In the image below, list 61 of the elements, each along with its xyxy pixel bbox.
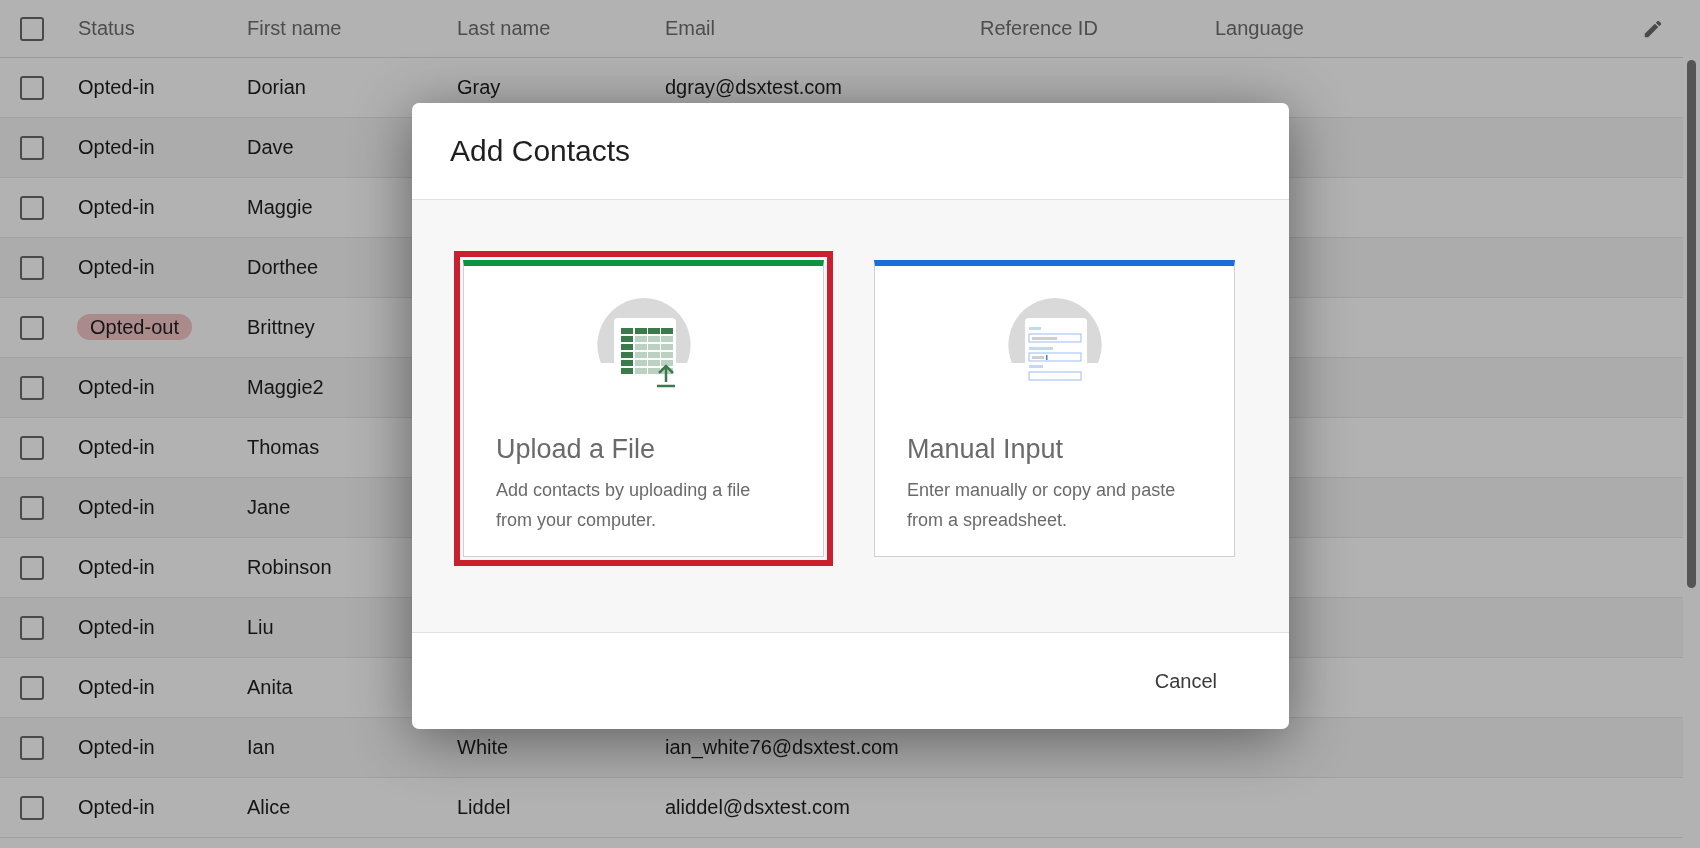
row-checkbox[interactable] (20, 135, 44, 160)
status-tag: Opted-out (77, 314, 192, 340)
table-cell: Ian (247, 736, 275, 758)
row-checkbox[interactable] (20, 315, 44, 340)
dialog-title: Add Contacts (450, 134, 631, 168)
status-text: Opted-in (78, 796, 155, 818)
table-cell: Robinson (247, 556, 332, 578)
row-checkbox[interactable] (20, 735, 44, 760)
row-checkbox[interactable] (20, 675, 44, 700)
status-text: Opted-in (78, 76, 155, 98)
select-all-checkbox[interactable] (20, 16, 44, 41)
column-header: Last name (457, 17, 551, 39)
table-cell: Jane (247, 496, 291, 518)
row-checkbox[interactable] (20, 795, 44, 820)
status-text: Opted-in (78, 436, 155, 458)
status-text: Opted-in (78, 616, 155, 638)
table-cell: Brittney (247, 316, 315, 338)
table-cell: Liddel (457, 796, 511, 818)
column-header: First name (247, 17, 342, 39)
option-description: Add contacts by uploading a file from your computer. (496, 479, 752, 532)
option-card[interactable]: Upload a File Add contacts by uploading a file from your computer. (454, 251, 833, 566)
row-checkbox[interactable] (20, 195, 44, 220)
column-header: Reference ID (980, 17, 1098, 39)
status-text: Opted-in (78, 376, 155, 398)
option-title: Upload a File (496, 434, 657, 465)
table-cell: Gray (457, 76, 501, 98)
column-header: Email (665, 17, 715, 39)
status-text: Opted-in (78, 136, 155, 158)
column-header: Status (78, 17, 135, 39)
row-checkbox[interactable] (20, 435, 44, 460)
table-cell: White (457, 736, 509, 758)
status-text: Opted-in (78, 556, 155, 578)
status-text: Opted-in (78, 496, 155, 518)
row-checkbox[interactable] (20, 555, 44, 580)
table-cell: dgray@dsxtest.com (665, 76, 843, 98)
status-text: Opted-in (78, 196, 155, 218)
status-text: Opted-in (78, 676, 155, 698)
table-cell: Liu (247, 616, 274, 638)
table-cell: aliddel@dsxtest.com (665, 796, 850, 818)
spreadsheet-upload-icon (595, 298, 692, 388)
column-header: Language (1215, 17, 1304, 39)
status-text: Opted-in (78, 736, 155, 758)
table-cell: Alice (247, 796, 291, 818)
option-title: Manual Input (907, 434, 1065, 465)
table-cell: Maggie2 (247, 376, 324, 398)
table-cell: ian_white76@dsxtest.com (665, 736, 899, 758)
option-description: Enter manually or copy and paste from a spreadsheet. (907, 479, 1177, 532)
row-checkbox[interactable] (20, 615, 44, 640)
row-checkbox[interactable] (20, 255, 44, 280)
table-cell: Thomas (247, 436, 320, 458)
status-text: Opted-in (78, 256, 155, 278)
row-checkbox[interactable] (20, 495, 44, 520)
row-checkbox[interactable] (20, 75, 44, 100)
cancel-button[interactable]: Cancel (1142, 659, 1229, 703)
row-checkbox[interactable] (20, 375, 44, 400)
table-cell: Maggie (247, 196, 313, 218)
table-cell: Dorthee (247, 256, 319, 278)
table-cell: Anita (247, 676, 293, 698)
scrollbar-thumb[interactable] (1687, 60, 1696, 588)
table-cell: Dave (247, 136, 294, 158)
table-cell: Dorian (247, 76, 306, 98)
